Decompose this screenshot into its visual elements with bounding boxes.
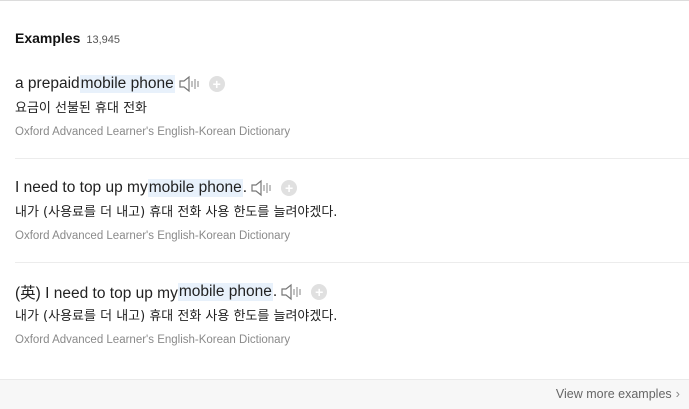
example-item: a prepaid mobile phone + 요금이 선불된 휴대 전화 O… [15, 72, 689, 140]
examples-header: Examples 13,945 [15, 30, 120, 50]
view-more-link[interactable]: View more examples › [556, 386, 680, 401]
example-divider [15, 158, 689, 159]
highlighted-term: mobile phone [177, 283, 273, 301]
example-item: (英) I need to top up my mobile phone . +… [15, 280, 689, 348]
example-divider [15, 262, 689, 263]
sentence-text: I need to top up my [15, 179, 148, 196]
sentence-text-end: . [242, 179, 248, 196]
sentence-text: a prepaid [15, 75, 80, 92]
speaker-icon[interactable] [251, 179, 273, 197]
highlighted-term: mobile phone [79, 75, 175, 93]
example-translation: 내가 (사용료를 더 내고) 휴대 전화 사용 한도를 늘려야겠다. [15, 205, 338, 220]
example-item: I need to top up my mobile phone . + 내가 … [15, 176, 689, 244]
view-more-label: View more examples [555, 386, 672, 401]
example-sentence: (英) I need to top up my mobile phone . + [15, 280, 689, 304]
add-icon[interactable]: + [311, 284, 328, 300]
chevron-right-icon: › [675, 386, 680, 401]
example-source: Oxford Advanced Learner's English-Korean… [15, 230, 291, 242]
top-divider [0, 0, 689, 1]
add-icon[interactable]: + [208, 76, 225, 92]
example-source: Oxford Advanced Learner's English-Korean… [15, 334, 291, 346]
sentence-text-end: . [272, 283, 278, 300]
highlighted-term: mobile phone [147, 179, 243, 197]
examples-count: 13,945 [86, 34, 121, 46]
add-icon[interactable]: + [281, 180, 298, 196]
example-source: Oxford Advanced Learner's English-Korean… [15, 126, 291, 138]
speaker-icon[interactable] [281, 283, 303, 301]
speaker-icon[interactable] [179, 75, 201, 93]
sentence-text: (英) I need to top up my [15, 285, 178, 302]
example-sentence: I need to top up my mobile phone . + [15, 176, 689, 200]
example-sentence: a prepaid mobile phone + [15, 72, 689, 96]
section-title: Examples [15, 30, 81, 46]
example-translation: 요금이 선불된 휴대 전화 [15, 101, 147, 116]
example-translation: 내가 (사용료를 더 내고) 휴대 전화 사용 한도를 늘려야겠다. [15, 309, 338, 324]
